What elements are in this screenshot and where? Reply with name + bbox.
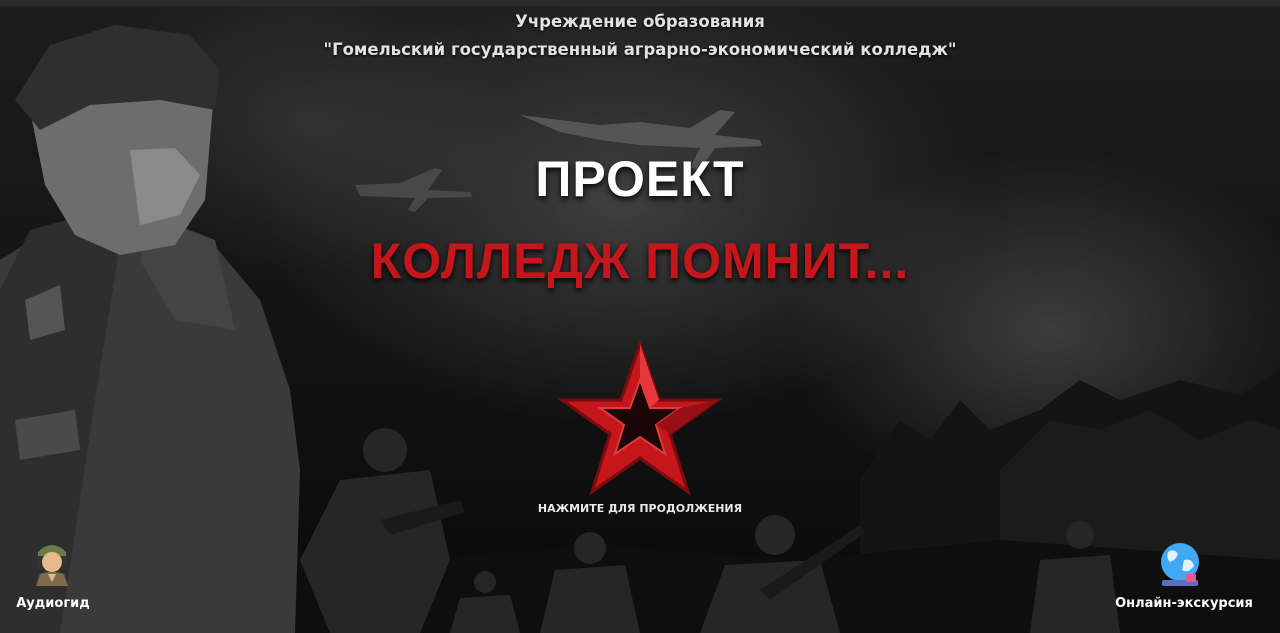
online-tour-button[interactable]: Онлайн-экскурсия xyxy=(1110,538,1258,618)
background-scene xyxy=(0,0,1280,633)
online-tour-label: Онлайн-экскурсия xyxy=(1115,596,1253,611)
audioguide-label: Аудиогид xyxy=(16,596,90,611)
continue-prompt[interactable]: НАЖМИТЕ ДЛЯ ПРОДОЛЖЕНИЯ xyxy=(500,502,780,515)
globe-icon xyxy=(1156,540,1204,588)
institution-type: Учреждение образования xyxy=(515,12,765,31)
red-star-icon[interactable] xyxy=(556,340,724,500)
project-subtitle: КОЛЛЕДЖ ПОМНИТ... xyxy=(370,233,910,289)
top-border xyxy=(0,0,1280,6)
institution-name: "Гомельский государственный аграрно-экон… xyxy=(323,40,957,59)
audioguide-button[interactable]: Аудиогид xyxy=(10,538,96,618)
war-scene-illustration xyxy=(0,25,1280,633)
soldier-headphones-icon xyxy=(32,538,72,588)
institution-header: Учреждение образования "Гомельский госуд… xyxy=(0,8,1280,64)
project-title: ПРОЕКТ xyxy=(535,151,745,207)
